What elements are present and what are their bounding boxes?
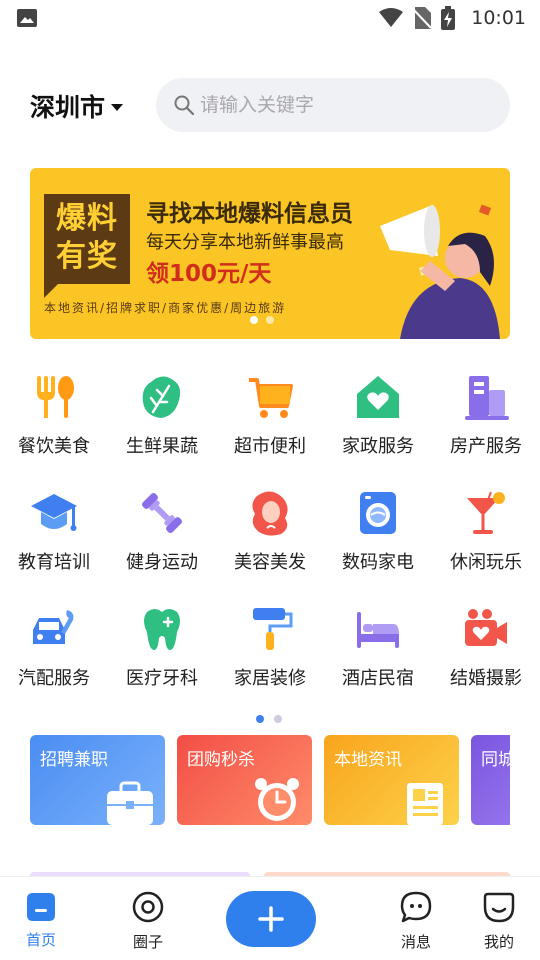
category-housekeeping[interactable]: 家政服务 — [324, 368, 432, 468]
tab-circle[interactable]: 圈子 — [118, 891, 178, 952]
chat-bubble-icon — [400, 891, 432, 923]
card-label: 团购秒杀 — [187, 750, 255, 770]
car-wrench-icon — [33, 610, 74, 644]
category-label: 数码家电 — [342, 552, 414, 573]
target-circle-icon — [132, 891, 164, 923]
card-label: 本地资讯 — [334, 750, 402, 770]
search-bar[interactable] — [156, 78, 510, 132]
category-label: 生鲜果蔬 — [126, 436, 198, 457]
card-label: 招聘兼职 — [40, 750, 108, 770]
category-wedding-photo[interactable]: 结婚摄影 — [432, 600, 540, 700]
category-label: 医疗牙科 — [126, 668, 198, 689]
banner-tags: 本地资讯/招牌求职/商家优惠/周边旅游 — [44, 301, 287, 315]
battery-charging-icon — [441, 6, 456, 30]
home-icon — [27, 893, 55, 921]
category-label: 超市便利 — [234, 436, 306, 457]
category-label: 结婚摄影 — [450, 668, 522, 689]
banner-badge: 爆料有奖 — [44, 194, 130, 298]
bottom-tab-bar: 首页 圈子 消息 我的 — [0, 876, 540, 960]
search-input[interactable] — [200, 94, 480, 116]
plus-icon — [258, 906, 284, 932]
house-heart-icon — [357, 376, 399, 418]
category-auto-service[interactable]: 汽配服务 — [0, 600, 108, 700]
tab-label: 圈子 — [132, 933, 163, 951]
category-label: 健身运动 — [126, 552, 198, 573]
banner-reward: 领100元/天 — [146, 261, 272, 287]
card-recruitment[interactable]: 招聘兼职 — [30, 735, 165, 825]
header: 深圳市 — [0, 78, 540, 132]
category-hotel[interactable]: 酒店民宿 — [324, 600, 432, 700]
graduation-cap-icon — [31, 494, 77, 531]
card-label: 同城 — [481, 750, 510, 770]
tab-label: 我的 — [483, 933, 514, 951]
category-label: 房产服务 — [450, 436, 522, 457]
status-time: 10:01 — [471, 7, 526, 29]
category-label: 餐饮美食 — [18, 436, 90, 457]
category-label: 家政服务 — [342, 436, 414, 457]
category-pager — [256, 715, 282, 723]
status-bar: 10:01 — [0, 0, 540, 36]
paint-roller-icon — [253, 608, 293, 650]
category-education[interactable]: 教育培训 — [0, 484, 108, 584]
category-catering[interactable]: 餐饮美食 — [0, 368, 108, 468]
promo-banner[interactable]: 爆料有奖 寻找本地爆料信息员 每天分享本地新鲜事最高 领100元/天 本地资讯/… — [30, 168, 510, 339]
category-label: 酒店民宿 — [342, 668, 414, 689]
dumbbell-icon — [142, 493, 182, 533]
building-icon — [465, 376, 509, 420]
city-label: 深圳市 — [30, 93, 106, 122]
bed-icon — [357, 612, 399, 648]
vegetable-icon — [142, 376, 181, 418]
woman-hair-icon — [252, 491, 288, 536]
camera-heart-icon — [465, 609, 507, 646]
megaphone-woman-illustration — [380, 204, 500, 339]
banner-pager — [250, 316, 274, 324]
tab-mine[interactable]: 我的 — [469, 891, 529, 952]
category-fitness[interactable]: 健身运动 — [108, 484, 216, 584]
shopping-cart-icon — [249, 378, 293, 418]
category-fresh-produce[interactable]: 生鲜果蔬 — [108, 368, 216, 468]
washing-machine-icon — [360, 492, 396, 534]
category-leisure[interactable]: 休闲玩乐 — [432, 484, 540, 584]
smile-face-icon — [483, 892, 515, 923]
search-icon — [174, 95, 194, 115]
tab-label: 消息 — [400, 933, 431, 951]
category-home-decor[interactable]: 家居装修 — [216, 600, 324, 700]
briefcase-icon — [107, 781, 153, 825]
banner-title: 寻找本地爆料信息员 — [146, 201, 353, 227]
tooth-icon — [144, 609, 180, 650]
alarm-clock-icon — [255, 778, 299, 821]
tab-label: 首页 — [25, 931, 56, 949]
publish-button[interactable] — [226, 891, 316, 947]
tab-home[interactable]: 首页 — [11, 891, 71, 950]
card-group-buy[interactable]: 团购秒杀 — [177, 735, 312, 825]
city-selector[interactable]: 深圳市 — [30, 88, 124, 124]
fork-spoon-icon — [37, 376, 74, 418]
category-label: 教育培训 — [18, 552, 90, 573]
card-local-news[interactable]: 本地资讯 — [324, 735, 459, 825]
feature-cards: 招聘兼职 团购秒杀 本地资讯 同城 — [30, 735, 510, 825]
category-label: 家居装修 — [234, 668, 306, 689]
category-label: 美容美发 — [234, 552, 306, 573]
category-supermarket[interactable]: 超市便利 — [216, 368, 324, 468]
no-sim-icon — [413, 7, 432, 29]
image-notification-icon — [17, 9, 37, 27]
category-label: 休闲玩乐 — [450, 552, 522, 573]
wifi-icon — [379, 8, 404, 27]
cocktail-icon — [467, 491, 505, 534]
category-dental[interactable]: 医疗牙科 — [108, 600, 216, 700]
category-digital-appliances[interactable]: 数码家电 — [324, 484, 432, 584]
newspaper-icon — [407, 783, 443, 825]
category-real-estate[interactable]: 房产服务 — [432, 368, 540, 468]
category-label: 汽配服务 — [18, 668, 90, 689]
tab-messages[interactable]: 消息 — [386, 891, 446, 952]
banner-subtitle: 每天分享本地新鲜事最高 — [146, 232, 344, 253]
category-beauty[interactable]: 美容美发 — [216, 484, 324, 584]
caret-down-icon — [111, 103, 124, 111]
card-same-city[interactable]: 同城 — [471, 735, 510, 825]
